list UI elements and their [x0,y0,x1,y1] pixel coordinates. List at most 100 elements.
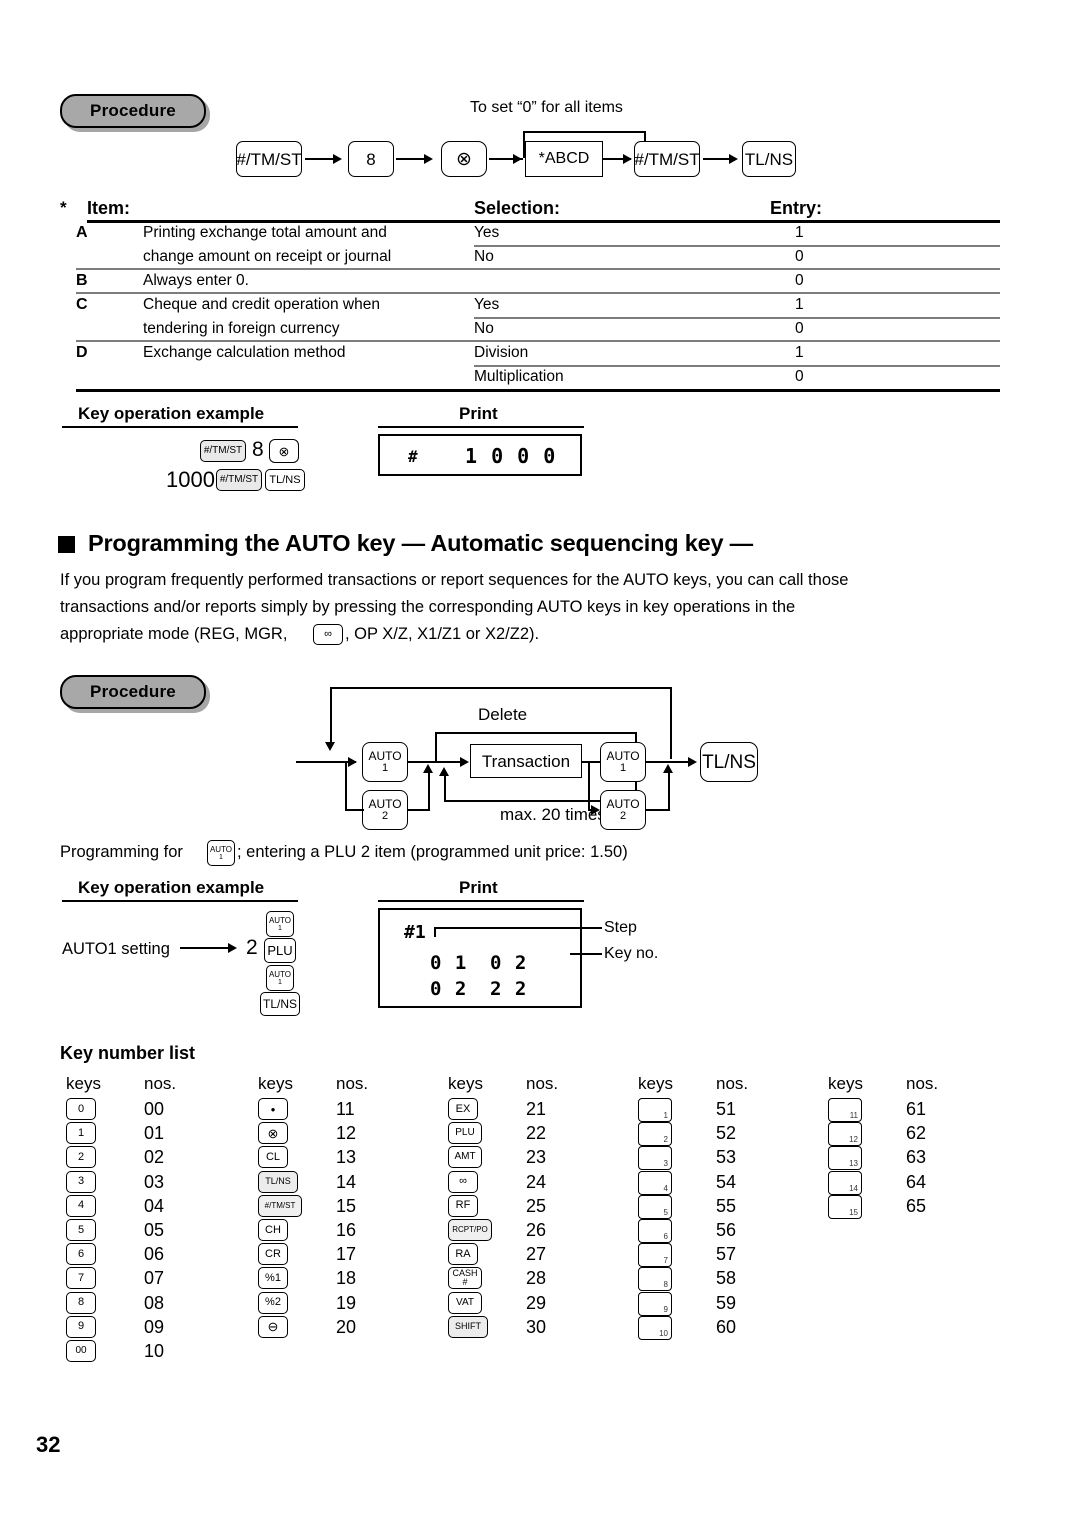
knl-key-63: 13 [828,1146,862,1171]
example1-digit-8: 8 [252,438,264,461]
example2-key-tlns[interactable]: TL/NS [260,992,300,1016]
example1-key-tlns[interactable]: TL/NS [265,469,305,491]
table-cell-sel-d2: Multiplication [474,368,564,385]
knl-key-63-sub: 13 [849,1159,858,1169]
table-rule-c1 [474,317,1000,319]
table-header-selection: Selection: [474,198,561,218]
prog-text-b: ; entering a PLU 2 item (programmed unit… [237,843,628,861]
example2-key-plu[interactable]: PLU [264,938,296,963]
knl-key-24-label: ∞ [459,1175,467,1188]
flow2-key-auto2-end[interactable]: AUTO 2 [600,790,646,830]
knl-key-59: 9 [638,1291,672,1316]
knl-key-64: 14 [828,1170,862,1195]
knl-key-26-label: RCPT/PO [452,1225,488,1234]
knl-no-03: 03 [144,1171,165,1192]
table-cell-entry-d2: 0 [795,368,804,385]
knl-no-60: 60 [716,1316,737,1337]
section2-body-line2: transactions and/or reports simply by pr… [60,598,796,616]
flow2-key-auto1-end[interactable]: AUTO 1 [600,742,646,782]
knl-key-02: 2 [66,1146,96,1169]
flow1-key-multiply[interactable]: ⊗ [441,141,487,177]
table-cell-sel-c1: Yes [474,296,500,313]
flow1-line-5 [703,158,731,160]
example2-key-auto1-b[interactable]: AUTO 1 [266,965,294,991]
knl-key-26: RCPT/PO [448,1219,492,1241]
table-cell-entry-c1: 1 [795,296,804,313]
example1-key-tmst-1[interactable]: #/TM/ST [200,440,246,462]
table-cell-sel-a2: No [474,248,494,265]
table-rule-bottom [76,389,1000,392]
flow1-arrow-5 [729,153,738,164]
flow2-key-tlns[interactable]: TL/NS [700,742,758,782]
flow2-loop-left-v [444,774,446,801]
knl-no-16: 16 [336,1220,357,1240]
knl-key-53: 3 [638,1146,672,1171]
knl-key-54-sub: 4 [663,1183,668,1193]
knl-col-4-header-keys: keys [638,1074,673,1093]
knl-key-01-label: 1 [77,1126,85,1139]
knl-no-12: 12 [336,1123,357,1144]
knl-col-4-header-nos: nos. [716,1074,749,1093]
flow1-key-8[interactable]: 8 [348,141,394,177]
knl-key-21: EX [448,1098,478,1120]
knl-key-27: RA [448,1243,478,1266]
key-op-title-2: Key operation example [78,878,265,897]
knl-no-21: 21 [526,1099,547,1119]
flow1-key-tmst-2[interactable]: #/TM/ST [634,141,700,177]
knl-no-65: 65 [906,1195,927,1216]
flow2-key-auto2-start[interactable]: AUTO 2 [362,790,408,830]
table-rule-d1 [474,365,1000,367]
knl-key-57: 7 [638,1243,672,1268]
knl-key-00: 0 [66,1098,96,1120]
table-row-letter-a: A [76,224,88,241]
example1-key-multiply[interactable]: ⊗ [269,439,299,463]
flow1-key-tmst-1[interactable]: #/TM/ST [236,141,302,177]
print-box-2: #1 0 1 0 2 0 2 2 2 [378,908,582,1008]
knl-no-18: 18 [336,1268,357,1289]
knl-key-53-sub: 3 [663,1159,668,1169]
knl-no-17: 17 [336,1244,357,1265]
key-op-rule-2 [62,900,298,902]
flow2-end-branch-v [588,761,590,810]
knl-key-25: RF [448,1194,478,1217]
knl-key-10-label: 00 [75,1345,87,1356]
knl-key-10: 00 [66,1340,96,1362]
flow2-end2-h [646,809,670,811]
knl-no-27: 27 [526,1244,547,1265]
knl-no-07: 07 [144,1268,165,1289]
example1-key-tmst-2[interactable]: #/TM/ST [216,469,262,491]
knl-key-65-sub: 15 [849,1207,858,1217]
flow2-merge-v [428,770,430,810]
mode-infinity-icon: ∞ [313,624,343,645]
print-hash-1: # [408,447,418,466]
knl-key-64-sub: 14 [849,1183,858,1193]
flow2-branch-left-h [345,809,364,811]
knl-no-09: 09 [144,1316,165,1337]
knl-key-17: CR [258,1243,288,1266]
print2-title-line: #1 [404,922,426,943]
flow1-key-tlns[interactable]: TL/NS [742,141,796,177]
knl-key-12-label: ⊗ [267,1125,279,1141]
example2-key-auto1-a[interactable]: AUTO 1 [266,911,294,937]
flow2-merge-arrow [423,764,433,773]
example1-amount: 1000 [166,467,215,492]
print2-row1-step: 0 1 [430,952,468,974]
knl-key-56-sub: 6 [663,1232,668,1241]
knl-key-18-label: %1 [265,1271,281,1284]
flow2-key-auto1-start[interactable]: AUTO 1 [362,742,408,782]
flow1-box-abcd[interactable]: *ABCD [525,141,603,177]
flow2-transaction-box[interactable]: Transaction [470,744,582,778]
table-cell-item-c1: Cheque and credit operation when [143,296,380,313]
table-rule-c2 [76,340,1000,342]
knl-key-51-sub: 1 [663,1111,668,1120]
knl-no-55: 55 [716,1195,737,1216]
flow2-loop-arrow [439,767,449,776]
knl-no-02: 02 [144,1147,165,1168]
knl-key-03: 3 [66,1170,96,1193]
key-op-title-1: Key operation example [78,404,265,423]
table-asterisk: * [60,198,67,217]
knl-key-27-label: RA [455,1247,471,1260]
knl-no-13: 13 [336,1147,357,1168]
knl-no-23: 23 [526,1147,547,1168]
prog-text-a: Programming for [60,843,183,861]
